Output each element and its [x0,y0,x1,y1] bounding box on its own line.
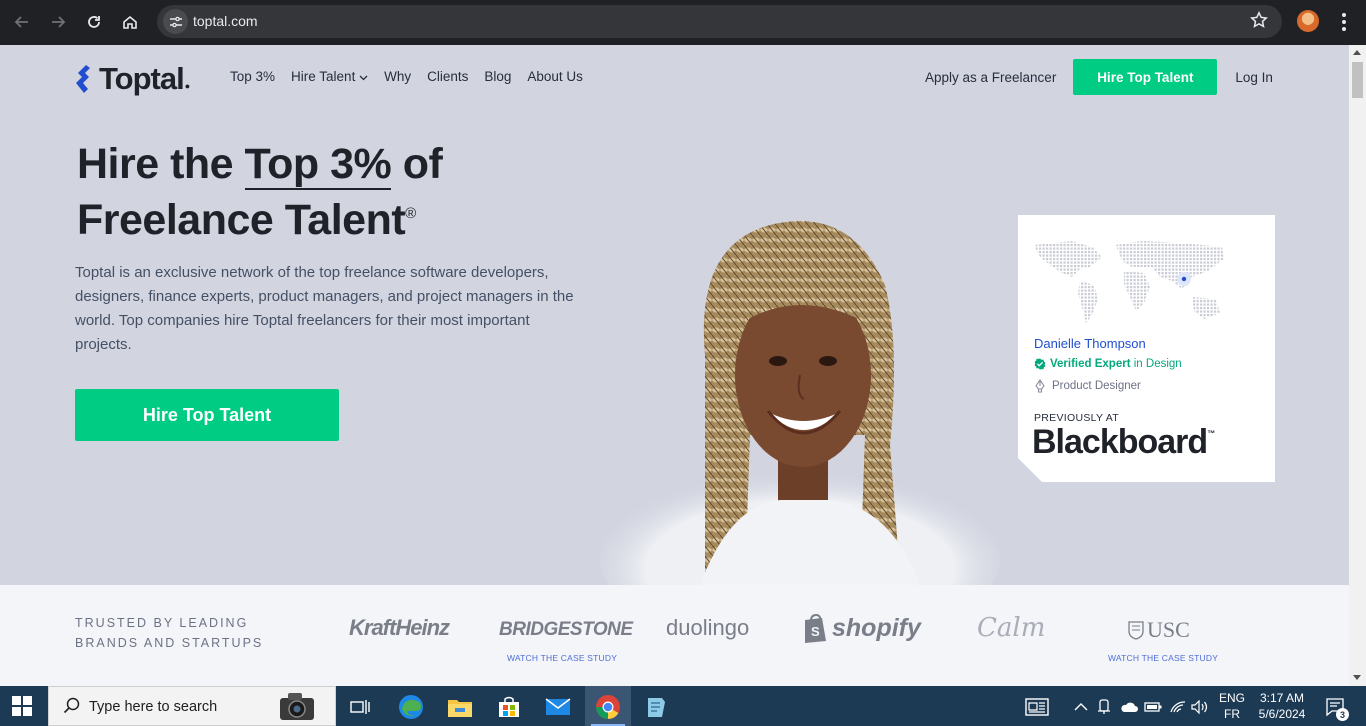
notification-count-badge: 3 [1336,708,1349,721]
scrollbar-thumb[interactable] [1352,62,1363,98]
forward-button[interactable] [45,9,71,35]
verified-expert-badge: Verified Expert in Design [1034,358,1182,370]
toptal-page: Toptal ● Top 3% Hire Talent Why Clients … [0,45,1349,686]
notepad-app-icon[interactable] [641,692,671,722]
right-nav: Apply as a Freelancer Hire Top Talent Lo… [925,59,1273,95]
microsoft-store-icon[interactable] [494,692,524,722]
clock-time: 3:17 AM [1259,691,1305,705]
reload-button[interactable] [81,9,107,35]
headline-highlight: Top 3% [244,140,392,190]
verified-check-icon [1034,358,1046,370]
trusted-label: TRUSTED BY LEADING BRANDS AND STARTUPS [75,616,264,650]
nav-why[interactable]: Why [384,69,411,84]
bridgestone-logo[interactable]: BRIDGESTONE [499,619,633,641]
freelancer-portrait-image [600,221,1000,585]
clock[interactable]: 3:17 AM 5/6/2024 [1256,690,1308,722]
usc-crest-icon [1128,621,1144,640]
chevron-down-icon [359,75,368,81]
login-link[interactable]: Log In [1235,70,1273,85]
camera-illustration-icon [280,693,314,720]
search-icon [63,697,80,714]
usc-case-study-link[interactable]: WATCH THE CASE STUDY [1108,653,1218,663]
shopify-logo[interactable]: S shopify [802,613,921,643]
battery-icon[interactable] [1141,692,1165,722]
url-text: toptal.com [193,13,258,29]
address-bar[interactable]: toptal.com [157,5,1282,38]
task-view-icon[interactable] [345,692,375,722]
duolingo-logo[interactable]: duolingo [666,615,749,641]
nav-top-3[interactable]: Top 3% [230,69,275,84]
bridgestone-case-study-link[interactable]: WATCH THE CASE STUDY [507,653,617,663]
shopify-bag-icon: S [805,613,826,643]
freelancer-name[interactable]: Danielle Thompson [1034,336,1146,351]
action-center-icon[interactable]: 3 [1320,692,1350,722]
calm-logo[interactable]: Calm [977,613,1045,643]
browser-menu-icon[interactable] [1336,12,1352,32]
back-button[interactable] [9,9,35,35]
mail-icon[interactable] [543,692,573,722]
windows-start-icon[interactable] [12,696,32,716]
nav-hire-talent[interactable]: Hire Talent [291,69,368,84]
chrome-icon[interactable] [593,692,623,722]
previous-company-logo: Blackboard™ [1032,423,1215,461]
scroll-up-arrow-icon[interactable] [1353,50,1361,55]
browser-toolbar: toptal.com [0,0,1366,45]
edge-browser-icon[interactable] [396,692,426,722]
hero-description: Toptal is an exclusive network of the to… [75,264,574,353]
nav-blog[interactable]: Blog [484,69,511,84]
world-map-icon [1032,237,1228,325]
svg-text:S: S [811,624,820,639]
onedrive-cloud-icon[interactable] [1116,692,1142,722]
volume-icon[interactable] [1188,692,1212,722]
apply-freelancer-link[interactable]: Apply as a Freelancer [925,70,1056,85]
file-explorer-icon[interactable] [445,692,475,722]
home-button[interactable] [117,9,143,35]
kraftheinz-logo[interactable]: KraftHeinz [349,615,450,641]
windows-taskbar: Type here to search ENG FR 3:17 AM 5/6/2… [0,686,1366,726]
usc-logo[interactable]: USC [1128,617,1190,643]
hire-top-talent-hero-button[interactable]: Hire Top Talent [75,389,339,441]
nav-clients[interactable]: Clients [427,69,468,84]
trusted-brands-section: TRUSTED BY LEADING BRANDS AND STARTUPS K… [0,585,1349,686]
page-scrollbar[interactable] [1349,45,1366,686]
hire-top-talent-nav-button[interactable]: Hire Top Talent [1073,59,1218,95]
taskbar-search-box[interactable]: Type here to search [48,686,336,726]
pen-tool-icon [1034,379,1046,393]
site-info-icon[interactable] [163,9,188,34]
freelancer-role: Product Designer [1034,379,1141,393]
freelancer-profile-card: Danielle Thompson Verified Expert in Des… [1018,215,1275,482]
nav-about-us[interactable]: About Us [527,69,583,84]
bookmark-star-icon[interactable] [1250,11,1268,34]
wifi-icon[interactable] [1166,692,1190,722]
logo-text: Toptal [99,61,185,96]
scroll-down-arrow-icon[interactable] [1353,675,1361,680]
meet-now-icon[interactable] [1092,692,1116,722]
toptal-logo-icon [76,65,90,93]
main-nav: Top 3% Hire Talent Why Clients Blog Abou… [230,69,583,84]
profile-avatar[interactable] [1297,10,1319,32]
hero-headline: Hire the Top 3% of Freelance Talent® [77,140,443,244]
toptal-logo[interactable]: Toptal ● [75,61,190,97]
language-indicator[interactable]: ENG FR [1219,690,1245,722]
search-placeholder: Type here to search [89,699,218,715]
clock-date: 5/6/2024 [1258,707,1306,721]
news-widget-icon[interactable] [1022,692,1052,722]
